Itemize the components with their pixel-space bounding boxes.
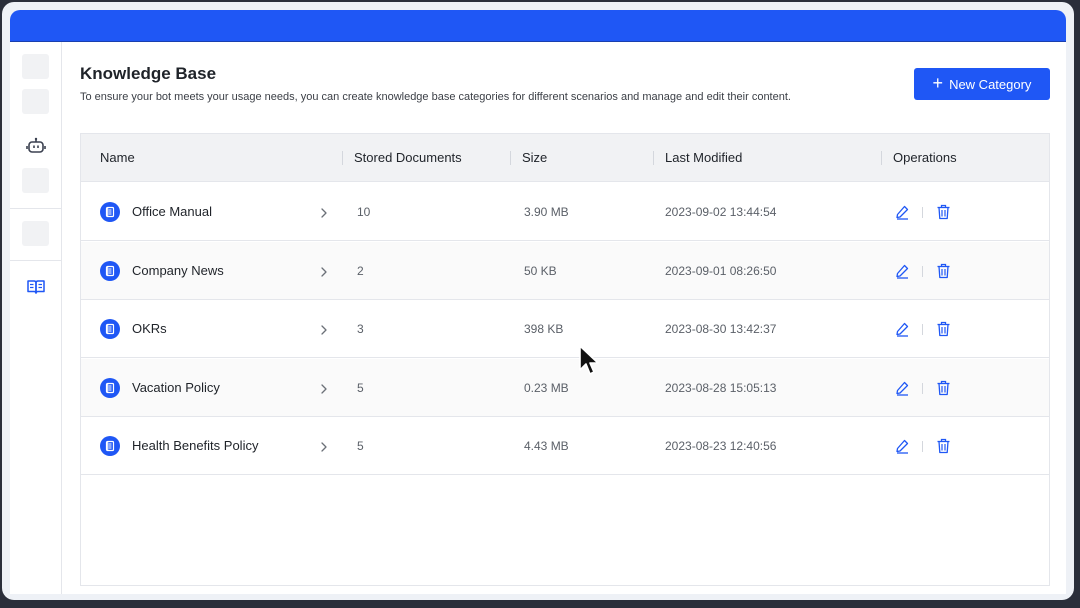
trash-icon[interactable] bbox=[936, 263, 951, 279]
row-name[interactable]: Office Manual bbox=[132, 183, 212, 241]
table-row[interactable]: Vacation Policy 5 0.23 MB 2023-08-28 15:05:… bbox=[81, 358, 1049, 417]
edit-icon[interactable] bbox=[895, 380, 910, 396]
main-content: Knowledge Base To ensure your bot meets … bbox=[62, 42, 1066, 594]
row-name[interactable]: Health Benefits Policy bbox=[132, 417, 258, 475]
edit-icon[interactable] bbox=[895, 204, 910, 220]
sidebar-item-placeholder[interactable] bbox=[22, 168, 49, 193]
row-name[interactable]: Vacation Policy bbox=[132, 359, 220, 417]
row-stored-documents: 2 bbox=[357, 263, 364, 278]
document-icon bbox=[100, 260, 120, 281]
table-row[interactable]: OKRs 3 398 KB 2023-08-30 13:42:37 bbox=[81, 300, 1049, 359]
document-icon bbox=[100, 377, 120, 398]
row-size: 4.43 MB bbox=[524, 439, 569, 454]
column-header-size[interactable]: Size bbox=[522, 134, 547, 182]
mouse-cursor-icon bbox=[579, 345, 599, 375]
sidebar-divider bbox=[10, 260, 62, 261]
document-icon bbox=[100, 202, 120, 222]
new-category-label: New Category bbox=[949, 76, 1032, 92]
row-name[interactable]: OKRs bbox=[132, 300, 167, 358]
document-icon bbox=[100, 319, 120, 340]
document-icon bbox=[100, 436, 120, 457]
trash-icon[interactable] bbox=[936, 438, 951, 454]
sidebar-divider bbox=[10, 208, 62, 209]
edit-icon[interactable] bbox=[895, 438, 910, 455]
operations-separator bbox=[922, 441, 923, 453]
column-header-stored-documents[interactable]: Stored Documents bbox=[354, 134, 462, 182]
table-row[interactable]: Office Manual 10 3.90 MB 2023-09-02 13:44:5… bbox=[81, 183, 1049, 241]
categories-table: Name Stored Documents Size Last Modified… bbox=[80, 133, 1050, 586]
column-header-operations: Operations bbox=[893, 150, 957, 165]
page-subtitle: To ensure your bot meets your usage need… bbox=[80, 91, 791, 103]
chevron-right-icon[interactable] bbox=[319, 265, 329, 277]
row-last-modified: 2023-08-28 15:05:13 bbox=[665, 380, 777, 395]
chevron-right-icon[interactable] bbox=[319, 382, 329, 394]
column-separator[interactable] bbox=[342, 151, 343, 165]
page-title: Knowledge Base bbox=[80, 64, 217, 83]
trash-icon[interactable] bbox=[936, 204, 951, 220]
column-separator[interactable] bbox=[653, 151, 654, 165]
chevron-right-icon[interactable] bbox=[319, 206, 329, 218]
column-separator[interactable] bbox=[510, 151, 511, 165]
book-icon[interactable] bbox=[25, 277, 47, 297]
row-stored-documents: 5 bbox=[357, 439, 364, 454]
sidebar-item-placeholder[interactable] bbox=[22, 89, 49, 114]
new-category-button[interactable]: + New Category bbox=[914, 68, 1050, 100]
robot-icon[interactable] bbox=[25, 136, 47, 156]
row-size: 398 KB bbox=[524, 322, 564, 337]
row-last-modified: 2023-08-30 13:42:37 bbox=[665, 322, 777, 337]
operations-separator bbox=[922, 382, 923, 394]
row-stored-documents: 5 bbox=[357, 380, 364, 395]
screen-frame: Knowledge Base To ensure your bot meets … bbox=[2, 2, 1074, 600]
row-stored-documents: 10 bbox=[357, 205, 371, 219]
table-row[interactable]: Health Benefits Policy 5 4.43 MB 2023-08-23… bbox=[81, 417, 1049, 476]
row-stored-documents: 3 bbox=[357, 322, 364, 337]
edit-icon[interactable] bbox=[895, 263, 910, 279]
edit-icon[interactable] bbox=[895, 321, 910, 337]
app-window: Knowledge Base To ensure your bot meets … bbox=[10, 10, 1066, 594]
operations-separator bbox=[922, 265, 923, 277]
operations-separator bbox=[922, 207, 923, 218]
column-separator[interactable] bbox=[881, 151, 882, 165]
row-last-modified: 2023-09-01 08:26:50 bbox=[665, 263, 777, 278]
chevron-right-icon[interactable] bbox=[319, 323, 329, 335]
row-name[interactable]: Company News bbox=[132, 242, 224, 300]
column-header-name[interactable]: Name bbox=[100, 134, 135, 182]
row-last-modified: 2023-09-02 13:44:54 bbox=[665, 205, 777, 219]
sidebar-item-placeholder[interactable] bbox=[22, 221, 49, 246]
column-header-last-modified[interactable]: Last Modified bbox=[665, 134, 742, 182]
row-size: 0.23 MB bbox=[524, 380, 569, 395]
top-bar bbox=[10, 10, 1066, 42]
sidebar bbox=[10, 42, 62, 594]
row-size: 50 KB bbox=[524, 263, 557, 278]
row-size: 3.90 MB bbox=[524, 205, 569, 219]
row-last-modified: 2023-08-23 12:40:56 bbox=[665, 439, 777, 454]
chevron-right-icon[interactable] bbox=[319, 440, 329, 453]
operations-separator bbox=[922, 324, 923, 336]
trash-icon[interactable] bbox=[936, 321, 951, 337]
sidebar-item-placeholder[interactable] bbox=[22, 54, 49, 79]
table-row[interactable]: Company News 2 50 KB 2023-09-01 08:26:50 bbox=[81, 241, 1049, 300]
trash-icon[interactable] bbox=[936, 380, 951, 396]
table-header: Name Stored Documents Size Last Modified… bbox=[81, 134, 1049, 182]
plus-icon: + bbox=[932, 73, 944, 93]
